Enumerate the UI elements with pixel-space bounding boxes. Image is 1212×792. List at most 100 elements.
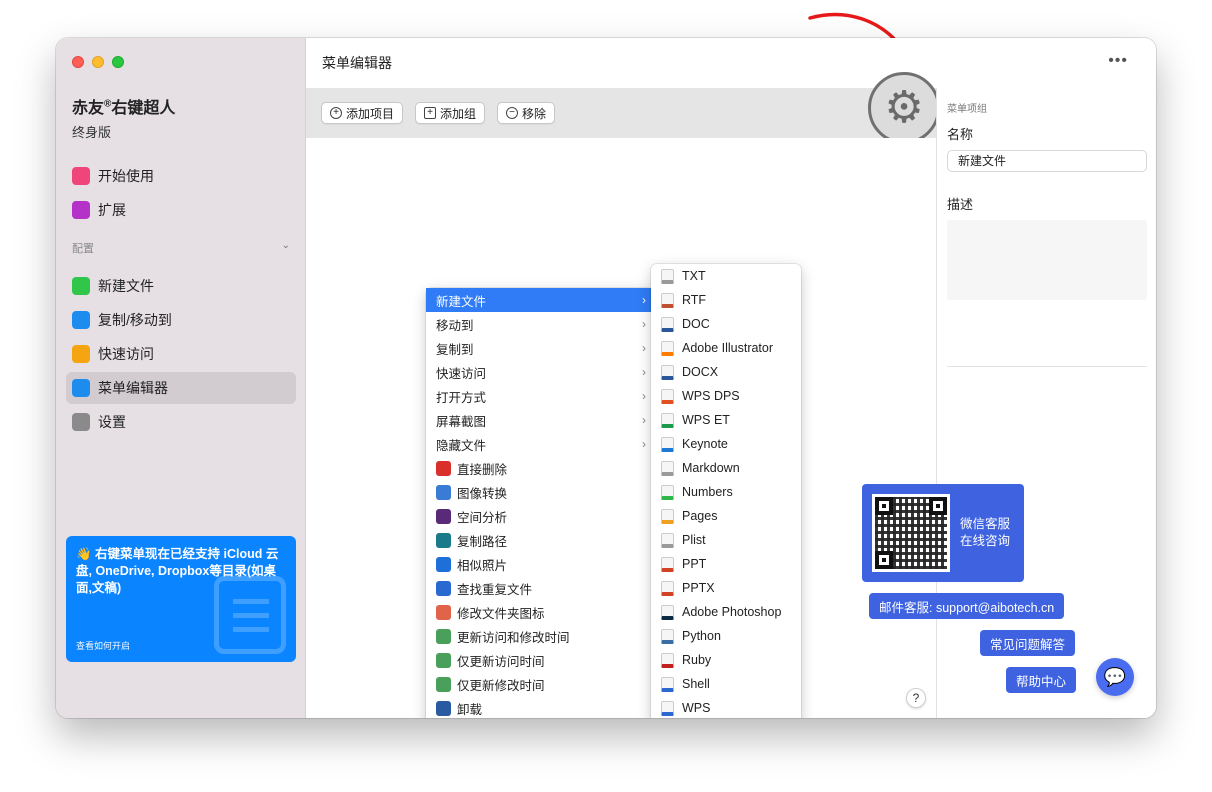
context-menu: 新建文件 › 移动到 › 复制到 › 快速访问 › 打开方式 › 屏幕截图 › 隐藏文件 › 直接删除 图像转…: [426, 288, 654, 718]
menu-item[interactable]: 仅更新修改时间: [426, 672, 654, 696]
help-center-button[interactable]: 帮助中心: [1006, 667, 1077, 693]
close-button[interactable]: [72, 56, 84, 68]
menu-item-label: WPS ET: [682, 413, 730, 427]
email-support-button[interactable]: 邮件客服: support@aibotech.cn: [869, 593, 1065, 619]
sidebar-item[interactable]: 新建文件: [66, 270, 296, 302]
help-icon[interactable]: ?: [906, 688, 926, 708]
menu-item[interactable]: 卸载: [426, 696, 654, 718]
menu-item[interactable]: 打开方式 ›: [426, 384, 654, 408]
add-group-button[interactable]: + 添加组: [415, 102, 486, 124]
sidebar-item[interactable]: 设置: [66, 406, 296, 438]
gear-icon[interactable]: ⚙: [868, 72, 940, 144]
menu-item[interactable]: TXT: [651, 264, 801, 288]
menu-item-label: Adobe Photoshop: [682, 605, 782, 619]
sidebar-item[interactable]: 复制/移动到: [66, 304, 296, 336]
chat-icon[interactable]: 💬: [1096, 658, 1134, 696]
menu-item[interactable]: WPS ET: [651, 408, 801, 432]
toolbar: + 添加项目 + 添加组 − 移除: [306, 88, 936, 138]
menu-item[interactable]: 隐藏文件 ›: [426, 432, 654, 456]
menu-item[interactable]: WPS: [651, 696, 801, 718]
menu-item-label: Pages: [682, 509, 718, 523]
add-item-button[interactable]: + 添加项目: [321, 102, 404, 124]
menu-item[interactable]: Shell: [651, 672, 801, 696]
inspector-panel: 菜单项组 名称 新建文件 描述: [936, 88, 1156, 718]
faq-button[interactable]: 常见问题解答: [980, 630, 1076, 656]
file-type-icon: [661, 676, 674, 692]
menu-item[interactable]: Ruby: [651, 648, 801, 672]
wechat-support-card[interactable]: 微信客服 在线咨询: [862, 484, 1024, 582]
menu-item[interactable]: 快速访问 ›: [426, 360, 654, 384]
promo-card[interactable]: 👋 右键菜单现在已经支持 iCloud 云盘, OneDrive, Dropbo…: [66, 536, 296, 662]
menu-item[interactable]: Adobe Illustrator: [651, 336, 801, 360]
uninstall-icon: [436, 700, 451, 716]
menu-item[interactable]: DOCX: [651, 360, 801, 384]
sidebar-config-nav: 新建文件复制/移动到 快速访问菜单编辑器设置: [66, 270, 296, 440]
menu-item[interactable]: 空间分析: [426, 504, 654, 528]
name-field[interactable]: 新建文件: [947, 150, 1147, 172]
sidebar-item[interactable]: 开始使用: [66, 160, 296, 192]
menu-item-label: 新建文件: [436, 294, 487, 309]
menu-item[interactable]: PPTX: [651, 576, 801, 600]
menu-item-label: 打开方式: [436, 390, 487, 405]
sidebar-item[interactable]: 扩展: [66, 194, 296, 226]
menu-item[interactable]: 复制到 ›: [426, 336, 654, 360]
more-icon[interactable]: •••: [1108, 52, 1128, 70]
wechat-support-text: 微信客服 在线咨询: [960, 517, 1011, 548]
menu-item[interactable]: RTF: [651, 288, 801, 312]
menu-item[interactable]: Keynote: [651, 432, 801, 456]
menu-item[interactable]: Adobe Photoshop: [651, 600, 801, 624]
file-type-icon: [661, 388, 674, 404]
config-section-header[interactable]: 配置 ⌄: [72, 240, 290, 256]
sidebar-item[interactable]: 菜单编辑器: [66, 372, 296, 404]
menu-item[interactable]: Python: [651, 624, 801, 648]
menu-item-label: 空间分析: [457, 510, 508, 525]
main-header: 菜单编辑器 •••: [306, 38, 1156, 88]
app-edition: 终身版: [72, 125, 112, 140]
menu-item[interactable]: Numbers: [651, 480, 801, 504]
sidebar-item-label: 菜单编辑器: [98, 380, 168, 396]
file-type-icon: [661, 508, 674, 524]
menu-item-label: Plist: [682, 533, 706, 547]
photos-icon: [436, 556, 451, 572]
menu-item[interactable]: 更新访问和修改时间: [426, 624, 654, 648]
description-field[interactable]: [947, 220, 1147, 300]
file-type-icon: [661, 268, 674, 284]
new-file-icon: [72, 277, 90, 295]
menu-item[interactable]: 直接删除: [426, 456, 654, 480]
menu-item[interactable]: WPS DPS: [651, 384, 801, 408]
menu-item[interactable]: PPT: [651, 552, 801, 576]
sidebar-item[interactable]: 快速访问: [66, 338, 296, 370]
qr-code: [872, 494, 950, 572]
menu-item[interactable]: 复制路径: [426, 528, 654, 552]
menu-item[interactable]: Pages: [651, 504, 801, 528]
menu-item-label: 相似照片: [457, 558, 508, 573]
remove-button[interactable]: − 移除: [497, 102, 556, 124]
promo-link[interactable]: 查看如何开启: [76, 639, 130, 652]
zoom-button[interactable]: [112, 56, 124, 68]
clock-icon: [436, 676, 451, 692]
image-convert-icon: [436, 484, 451, 500]
folder-icon-change-icon: [436, 604, 451, 620]
plus-circle-icon: +: [330, 107, 342, 119]
menu-item[interactable]: DOC: [651, 312, 801, 336]
menu-item[interactable]: Plist: [651, 528, 801, 552]
menu-item[interactable]: Markdown: [651, 456, 801, 480]
clock-icon: [436, 652, 451, 668]
menu-item[interactable]: 仅更新访问时间: [426, 648, 654, 672]
chevron-right-icon: ›: [642, 389, 646, 403]
sidebar-item-label: 新建文件: [98, 278, 154, 294]
menu-item[interactable]: 查找重复文件: [426, 576, 654, 600]
inspector-section-title: 菜单项组: [947, 104, 987, 115]
menu-item[interactable]: 屏幕截图 ›: [426, 408, 654, 432]
menu-item[interactable]: 新建文件 ›: [426, 288, 654, 312]
menu-item[interactable]: 修改文件夹图标: [426, 600, 654, 624]
menu-item-label: 复制到: [436, 342, 474, 357]
menu-item-label: 移动到: [436, 318, 474, 333]
menu-item-label: RTF: [682, 293, 707, 307]
menu-item[interactable]: 相似照片: [426, 552, 654, 576]
menu-item[interactable]: 移动到 ›: [426, 312, 654, 336]
promo-text: 👋 右键菜单现在已经支持 iCloud 云盘, OneDrive, Dropbo…: [76, 547, 279, 595]
lightbulb-icon: [72, 167, 90, 185]
minimize-button[interactable]: [92, 56, 104, 68]
menu-item[interactable]: 图像转换: [426, 480, 654, 504]
